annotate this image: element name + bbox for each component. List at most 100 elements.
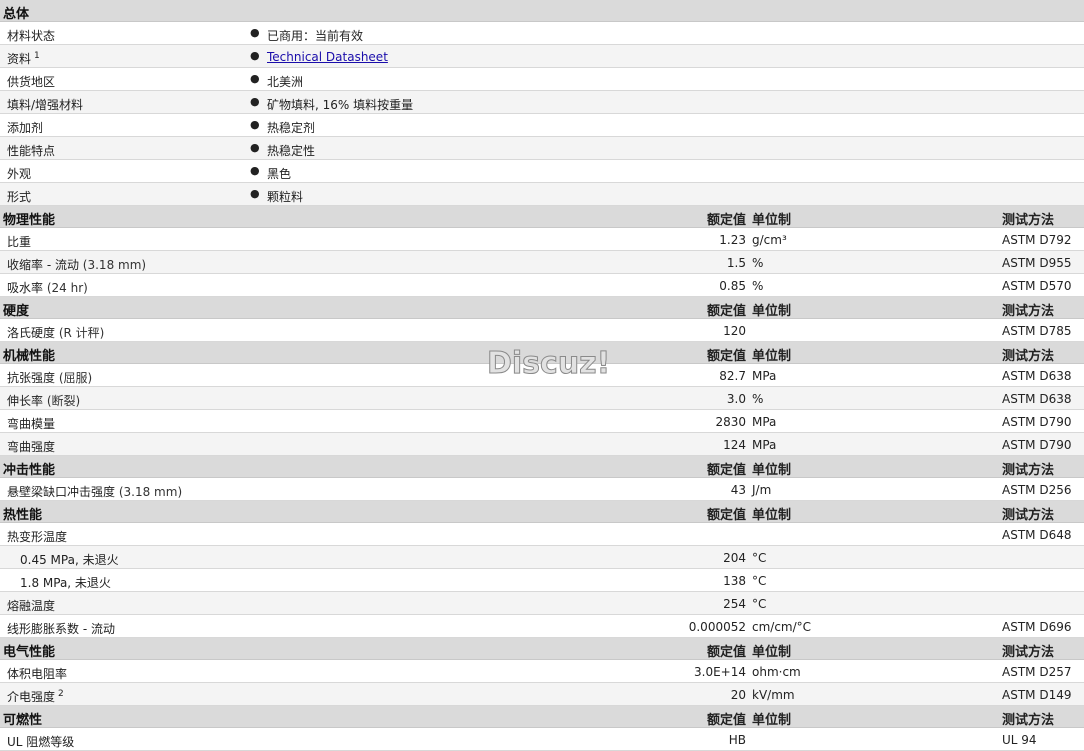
property-name: 收缩率 - 流动 [7, 258, 79, 272]
unit-value: °C [752, 574, 767, 588]
property-row: 外观 ● 黑色 [0, 160, 1084, 183]
test-method-column-header: 测试方法 [1002, 304, 1055, 319]
unit-column-header: 单位制 [752, 713, 792, 728]
nominal-column-header: 额定值 [706, 463, 746, 478]
section-header: 热性能 额定值 单位制 测试方法 [0, 501, 1084, 523]
bullet-icon: ● [250, 187, 260, 200]
nominal-value: 254 [723, 597, 746, 611]
property-label: 资料 1 [7, 50, 40, 67]
property-row: 资料 1 ● Technical Datasheet [0, 45, 1084, 68]
test-method: UL 94 [1002, 733, 1037, 747]
property-label: 收缩率 - 流动 (3.18 mm) [7, 256, 146, 273]
section-title: 冲击性能 [3, 463, 56, 478]
nominal-column-header: 额定值 [706, 304, 746, 319]
property-name: 介电强度 [7, 690, 56, 704]
property-label: 洛氏硬度 (R 计秤) [7, 324, 104, 341]
unit-column-header: 单位制 [752, 349, 792, 364]
test-method-column-header: 测试方法 [1002, 508, 1055, 523]
section-title: 电气性能 [3, 645, 56, 660]
test-method: ASTM D790 [1002, 415, 1072, 429]
test-method: ASTM D790 [1002, 438, 1072, 452]
test-method: ASTM D570 [1002, 279, 1072, 293]
property-row: 0.45 MPa, 未退火 204 °C [0, 546, 1084, 569]
property-value[interactable]: Technical Datasheet [267, 50, 388, 64]
unit-value: °C [752, 597, 767, 611]
property-name: 比重 [7, 235, 32, 249]
property-label: UL 阻燃等级 [7, 733, 74, 750]
property-value: 热稳定剂 [267, 121, 316, 135]
nominal-value: 3.0 [726, 392, 746, 406]
section-title: 物理性能 [3, 213, 56, 228]
property-row: 1.8 MPa, 未退火 138 °C [0, 569, 1084, 592]
bullet-icon: ● [250, 118, 260, 131]
nominal-column-header: 额定值 [706, 349, 746, 364]
technical-datasheet-link[interactable]: Technical Datasheet [267, 50, 388, 64]
property-name: 抗张强度 [7, 371, 56, 385]
property-label: 弯曲强度 [7, 438, 55, 455]
property-row: 填料/增强材料 ● 矿物填料, 16% 填料按重量 [0, 91, 1084, 114]
property-label: 材料状态 [7, 27, 55, 44]
bullet-icon: ● [250, 72, 260, 85]
test-method-column-header: 测试方法 [1002, 713, 1055, 728]
bullet-icon: ● [250, 164, 260, 177]
bullet-icon: ● [250, 26, 260, 39]
unit-value: % [752, 392, 764, 406]
property-name: 资料 [7, 52, 32, 66]
property-label: 1.8 MPa, 未退火 [20, 574, 111, 591]
section-header: 物理性能 额定值 单位制 测试方法 [0, 206, 1084, 228]
bullet-icon: ● [250, 49, 260, 62]
property-value: 北美洲 [267, 75, 304, 89]
nominal-value: 82.7 [719, 369, 746, 383]
property-label: 比重 [7, 233, 31, 250]
property-condition: (3.18 mm) [82, 258, 147, 272]
unit-value: kV/mm [752, 688, 795, 702]
unit-value: MPa [752, 369, 777, 383]
test-method-column-header: 测试方法 [1002, 645, 1055, 660]
unit-value: J/m [752, 483, 772, 497]
nominal-value: 120 [723, 324, 746, 338]
property-row: 形式 ● 颗粒料 [0, 183, 1084, 206]
unit-value: °C [752, 551, 767, 565]
section-header: 总体 [0, 0, 1084, 22]
property-name: 0.45 MPa, 未退火 [20, 553, 119, 567]
property-label: 悬壁梁缺口冲击强度 (3.18 mm) [7, 483, 182, 500]
nominal-value: 204 [723, 551, 746, 565]
property-condition: (3.18 mm) [118, 485, 183, 499]
footnote-marker: 1 [34, 51, 40, 61]
nominal-column-header: 额定值 [706, 508, 746, 523]
unit-column-header: 单位制 [752, 508, 792, 523]
property-label: 性能特点 [7, 142, 55, 159]
property-condition: (24 hr) [46, 281, 88, 295]
nominal-column-header: 额定值 [706, 213, 746, 228]
property-condition: (R 计秤) [58, 326, 105, 340]
property-row: 悬壁梁缺口冲击强度 (3.18 mm) 43 J/m ASTM D256 [0, 478, 1084, 501]
property-label: 线形膨胀系数 - 流动 [7, 620, 115, 637]
property-name: 添加剂 [7, 121, 44, 135]
nominal-value: 138 [723, 574, 746, 588]
property-label: 弯曲模量 [7, 415, 55, 432]
property-name: 伸长率 [7, 394, 44, 408]
property-label: 0.45 MPa, 未退火 [20, 551, 119, 568]
property-value: 已商用：当前有效 [267, 29, 364, 43]
test-method: ASTM D696 [1002, 620, 1072, 634]
property-name: 1.8 MPa, 未退火 [20, 576, 111, 590]
nominal-value: 0.000052 [688, 620, 746, 634]
property-name: 性能特点 [7, 144, 56, 158]
bullet-icon: ● [250, 95, 260, 108]
property-label: 热变形温度 [7, 528, 67, 545]
unit-value: MPa [752, 415, 777, 429]
nominal-column-header: 额定值 [706, 645, 746, 660]
test-method: ASTM D256 [1002, 483, 1072, 497]
section-header: 硬度 额定值 单位制 测试方法 [0, 297, 1084, 319]
property-name: 填料/增强材料 [7, 98, 84, 112]
property-row: 热变形温度 ASTM D648 [0, 523, 1084, 546]
bullet-icon: ● [250, 141, 260, 154]
property-row: 吸水率 (24 hr) 0.85% ASTM D570 [0, 274, 1084, 297]
property-value: 黑色 [267, 167, 292, 181]
section-title: 总体 [3, 7, 30, 22]
nominal-value: 0.85 [719, 279, 746, 293]
nominal-value: 3.0E+14 [694, 665, 746, 679]
property-row: 比重 1.23 g/cm³ ASTM D792 [0, 228, 1084, 251]
property-row: 添加剂 ● 热稳定剂 [0, 114, 1084, 137]
section-header: 冲击性能 额定值 单位制 测试方法 [0, 456, 1084, 478]
